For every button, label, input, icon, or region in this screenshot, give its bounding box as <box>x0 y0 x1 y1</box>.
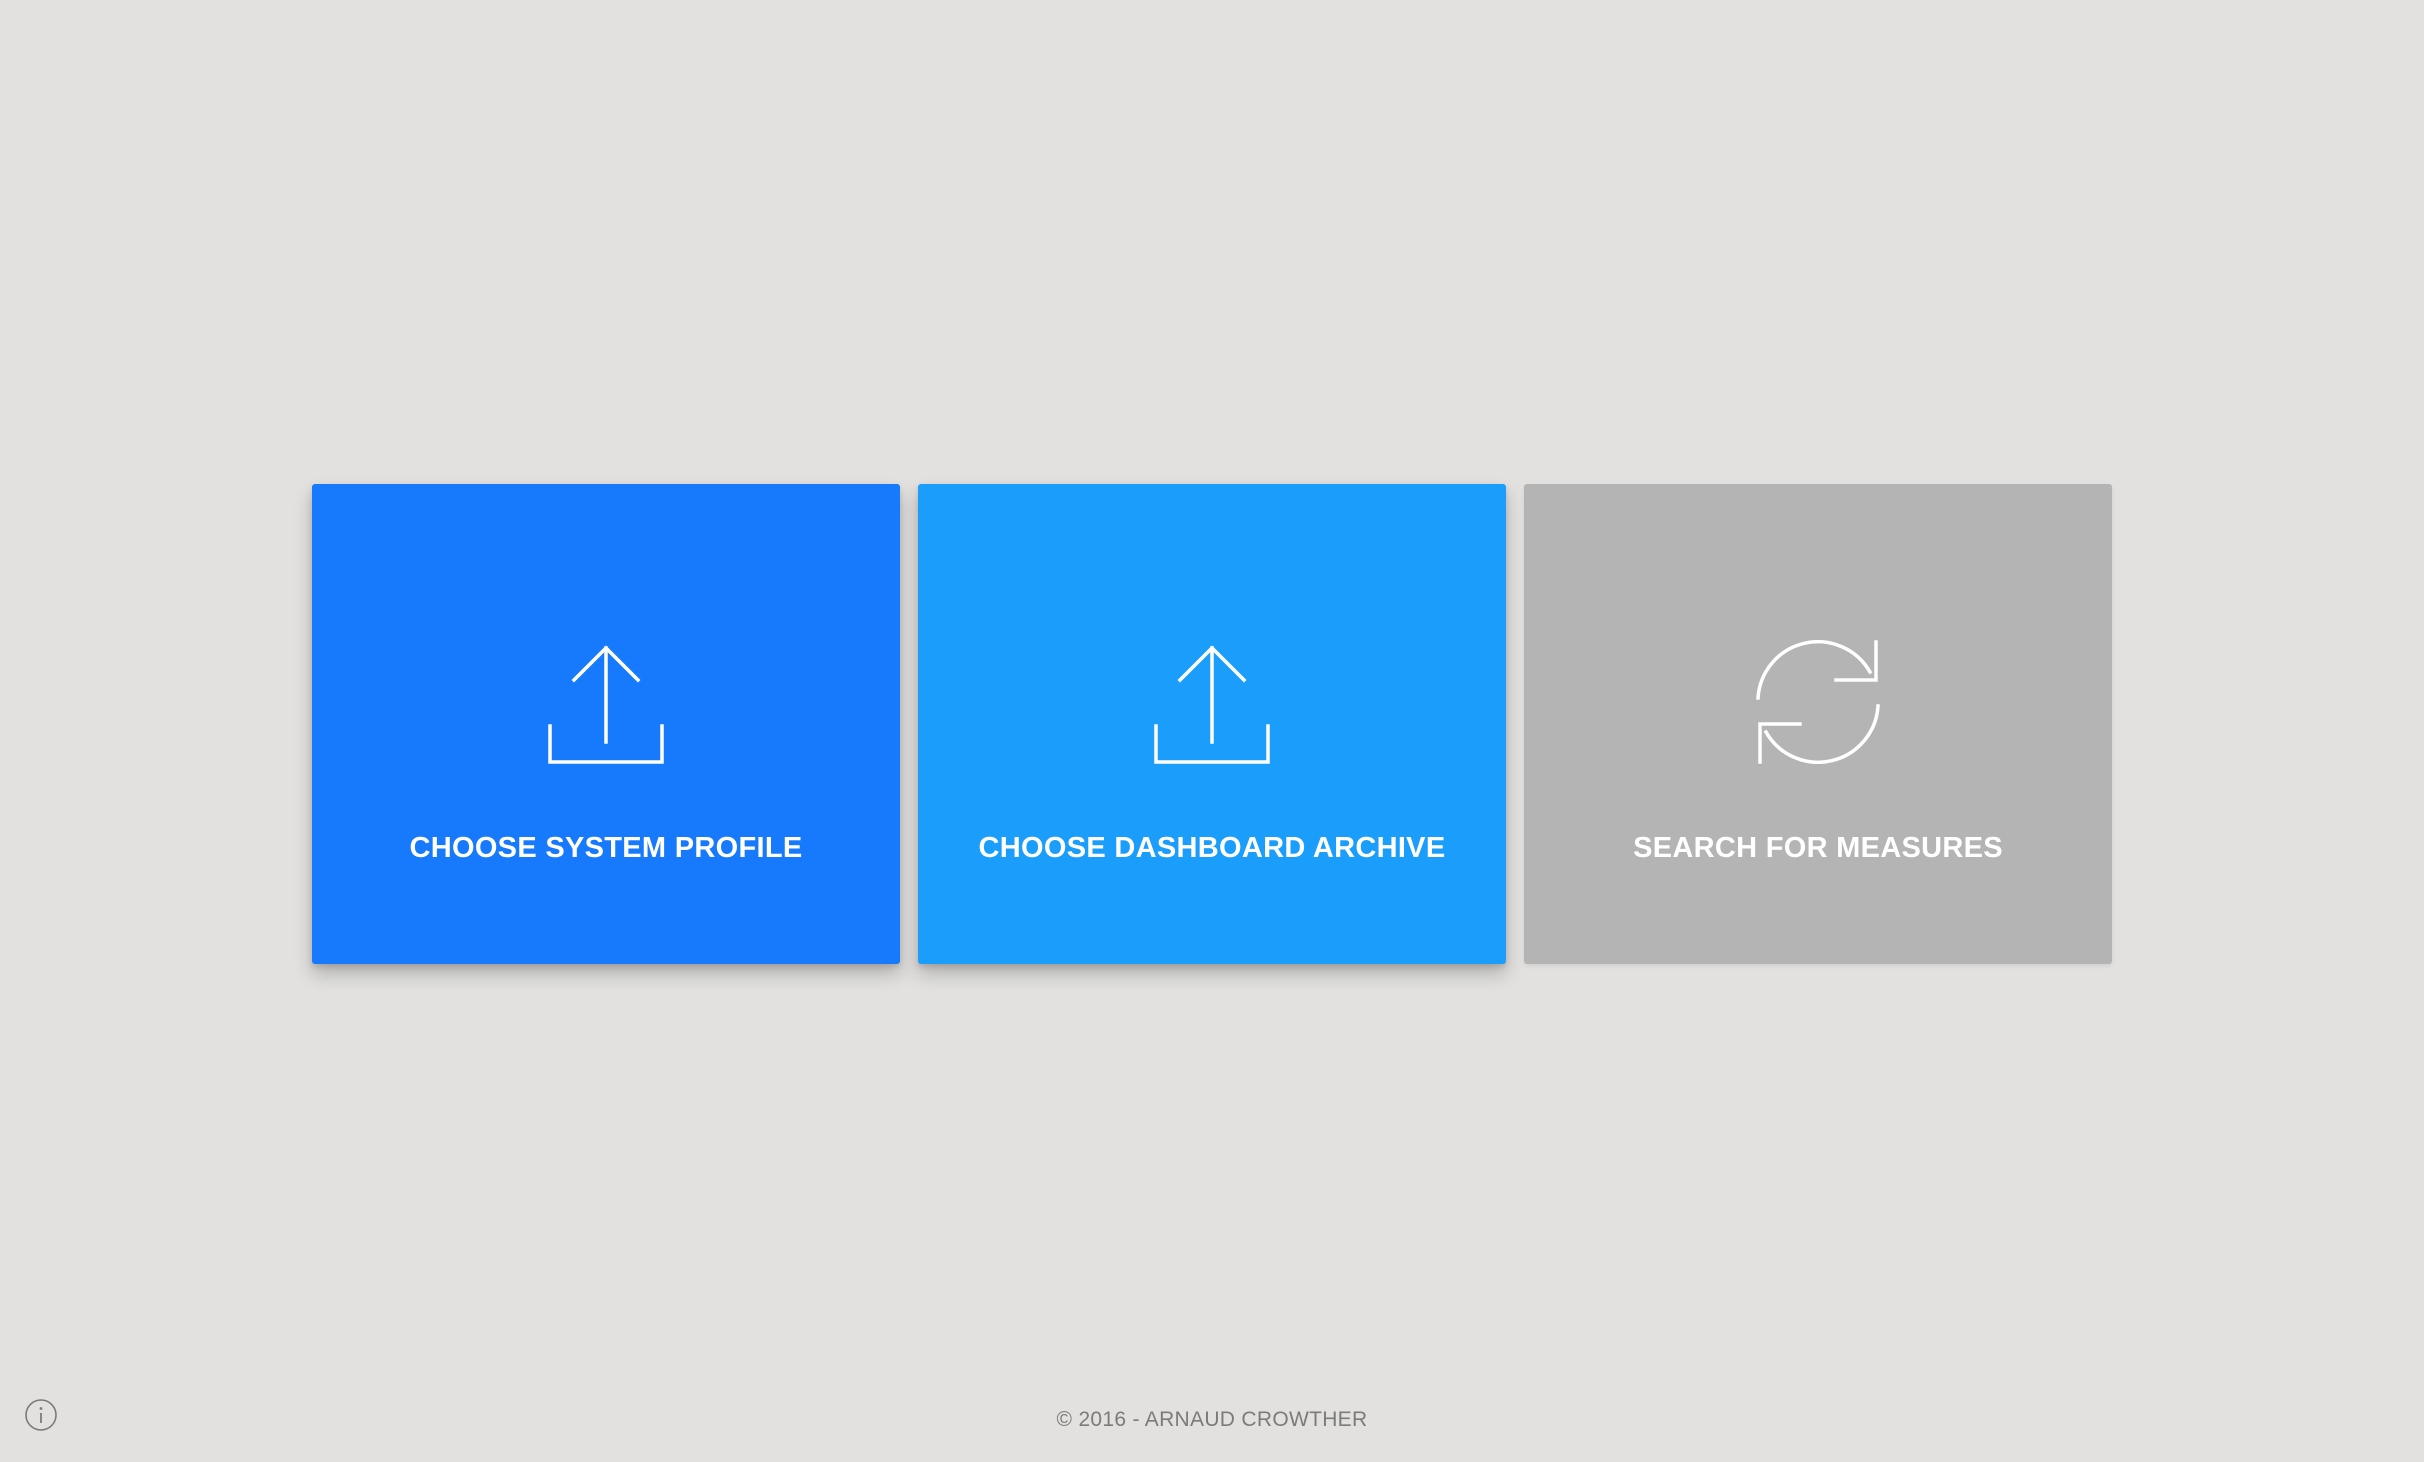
search-for-measures-card[interactable]: SEARCH FOR MEASURES <box>1524 484 2112 964</box>
footer-copyright: © 2016 - ARNAUD CROWTHER <box>1056 1408 1368 1431</box>
action-cards: CHOOSE SYSTEM PROFILE CHOOSE DASHBOARD A… <box>312 484 2112 964</box>
choose-dashboard-archive-label: CHOOSE DASHBOARD ARCHIVE <box>978 832 1446 864</box>
upload-icon <box>544 640 668 764</box>
choose-system-profile-label: CHOOSE SYSTEM PROFILE <box>409 832 803 864</box>
refresh-icon <box>1756 640 1880 764</box>
choose-dashboard-archive-card[interactable]: CHOOSE DASHBOARD ARCHIVE <box>918 484 1506 964</box>
search-for-measures-label: SEARCH FOR MEASURES <box>1633 832 2003 864</box>
choose-system-profile-card[interactable]: CHOOSE SYSTEM PROFILE <box>312 484 900 964</box>
upload-icon <box>1150 640 1274 764</box>
